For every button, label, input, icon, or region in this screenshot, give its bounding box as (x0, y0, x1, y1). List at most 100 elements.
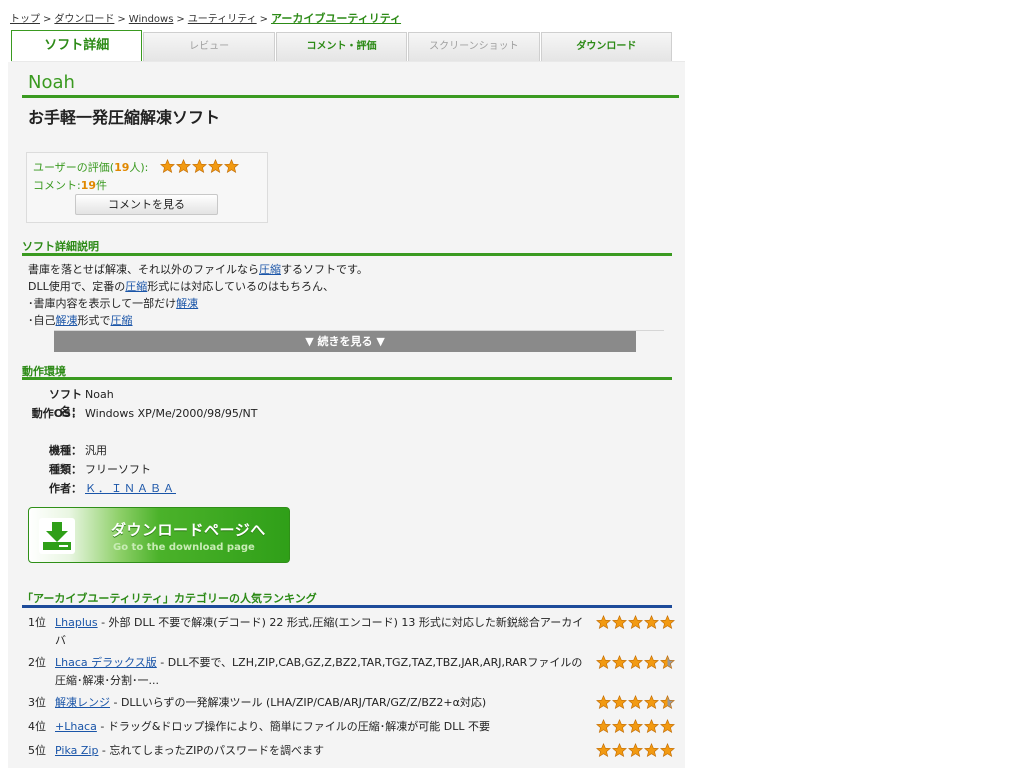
env-label-author: 作者： (49, 482, 82, 495)
star-full-icon (207, 159, 223, 173)
star-full-icon (628, 655, 643, 669)
star-full-icon (223, 159, 239, 173)
keyword-link[interactable]: 圧縮 (111, 314, 133, 327)
software-name: Noah (28, 72, 75, 93)
breadcrumb-utility[interactable]: ユーティリティ (188, 14, 257, 25)
tab-comments[interactable]: コメント・評価 (275, 32, 408, 62)
download-icon (39, 518, 75, 554)
breadcrumb: トップ > ダウンロード > Windows > ユーティリティ > アーカイブユーティリティ (10, 10, 401, 26)
breadcrumb-top[interactable]: トップ (10, 14, 40, 25)
description-text-segment: ･書庫内容を表示して一部だけ (28, 297, 177, 310)
env-value-model: 汎用 (85, 444, 107, 457)
ranking-summary: - 忘れてしまったZIPのパスワードを調べます (98, 744, 325, 757)
user-rating-label: ユーザーの評価( (33, 161, 115, 174)
star-full-icon (644, 719, 659, 733)
star-full-icon (612, 743, 627, 757)
author-link[interactable]: Ｋ．ＩＮＡＢＡ (85, 482, 176, 495)
star-full-icon (660, 743, 675, 757)
star-full-icon (612, 695, 627, 709)
star-full-icon (612, 719, 627, 733)
description-line: 書庫を落とせば解凍、それ以外のファイルなら圧縮するソフトです。 (28, 261, 668, 278)
env-row-type: 種類： フリーソフト (28, 461, 258, 480)
description-text-segment: 書庫を落とせば解凍、それ以外のファイルなら (28, 263, 259, 276)
software-catchcopy: お手軽一発圧縮解凍ソフト (28, 108, 221, 127)
ranking-software-link[interactable]: Pika Zip (55, 744, 98, 757)
env-label-type: 種類： (49, 463, 82, 476)
star-full-icon (596, 695, 611, 709)
comment-count-label: コメント: (33, 179, 81, 192)
star-full-icon (660, 615, 675, 629)
env-value-type: フリーソフト (85, 463, 151, 476)
star-full-icon (644, 615, 659, 629)
breadcrumb-separator: > (176, 14, 185, 25)
ranking-description: Pika Zip - 忘れてしまったZIPのパスワードを調べます (55, 742, 593, 760)
breadcrumb-separator: > (43, 14, 52, 25)
star-full-icon (628, 695, 643, 709)
ranking-description: Lhaca デラックス版 - DLL不要で、LZH,ZIP,CAB,GZ,Z,B… (55, 654, 593, 690)
env-label-model: 機種： (49, 444, 82, 457)
star-full-icon (175, 159, 191, 173)
star-full-icon (596, 719, 611, 733)
description-text-segment: 形式で (77, 314, 111, 327)
ranking-position: 1位 (28, 616, 46, 629)
star-full-icon (628, 719, 643, 733)
description-text-segment: するソフトです。 (281, 263, 368, 276)
keyword-link[interactable]: 解凍 (56, 314, 78, 327)
env-value-os: Windows XP/Me/2000/98/95/NT (85, 407, 258, 420)
env-value-software-name: Noah (85, 388, 114, 401)
ranking-description: 解凍レンジ - DLLいらずの一発解凍ツール (LHA/ZIP/CAB/ARJ/… (55, 694, 593, 712)
ranking-stars (596, 719, 675, 733)
star-half-icon (660, 695, 675, 709)
detail-tabs: ソフト詳細 レビュー コメント・評価 スクリーンショット ダウンロード (11, 30, 673, 62)
ranking-stars (596, 615, 675, 629)
tab-software-detail[interactable]: ソフト詳細 (11, 30, 143, 62)
star-full-icon (596, 743, 611, 757)
breadcrumb-separator: > (117, 14, 126, 25)
view-comments-button[interactable]: コメントを見る (75, 194, 218, 215)
star-full-icon (644, 695, 659, 709)
keyword-link[interactable]: 圧縮 (259, 263, 281, 276)
tab-download[interactable]: ダウンロード (540, 32, 673, 62)
ranking-summary: - 外部 DLL 不要で解凍(デコード) 22 形式,圧縮(エンコード) 13 … (55, 616, 584, 647)
download-banner-title: ダウンロードページへ (111, 521, 266, 539)
env-row-os: 動作OS： Windows XP/Me/2000/98/95/NT (28, 405, 258, 442)
environment-divider (22, 377, 672, 380)
ranking-stars (596, 695, 675, 709)
ranking-software-link[interactable]: Lhaca デラックス版 (55, 656, 157, 669)
ranking-stars (596, 655, 675, 669)
description-text-segment: DLL使用で、定番の (28, 280, 126, 293)
ranking-divider (22, 605, 672, 608)
ranking-software-link[interactable]: 解凍レンジ (55, 696, 110, 709)
comment-count-value: 19 (80, 179, 97, 192)
breadcrumb-windows[interactable]: Windows (129, 14, 174, 25)
ranking-position: 3位 (28, 696, 46, 709)
ranking-position: 5位 (28, 744, 46, 757)
env-row-author: 作者： Ｋ．ＩＮＡＢＡ (28, 480, 258, 499)
breadcrumb-current-category[interactable]: アーカイブユーティリティ (271, 12, 401, 25)
star-full-icon (191, 159, 207, 173)
description-text-segment: 形式には対応しているのはもちろん、 (147, 280, 334, 293)
description-divider (22, 253, 672, 256)
keyword-link[interactable]: 圧縮 (125, 280, 147, 293)
comment-count: コメント:19件 (33, 177, 107, 193)
tab-review: レビュー (143, 32, 275, 62)
rating-stars (159, 159, 239, 173)
user-rating-count: 19 (114, 161, 130, 174)
user-rating-suffix: 人): (129, 161, 149, 174)
star-full-icon (660, 719, 675, 733)
description-text: 書庫を落とせば解凍、それ以外のファイルなら圧縮するソフトです。 DLL使用で、定番… (28, 261, 668, 329)
download-page-banner[interactable]: ダウンロードページへ Go to the download page (28, 507, 290, 563)
env-label-os: 動作OS： (31, 407, 82, 420)
breadcrumb-download[interactable]: ダウンロード (54, 14, 114, 25)
description-heading: ソフト詳細説明 (22, 240, 99, 253)
show-more-button[interactable]: ▼ 続きを見る ▼ (54, 331, 636, 352)
star-full-icon (644, 655, 659, 669)
keyword-link[interactable]: 解凍 (176, 297, 198, 310)
star-full-icon (628, 743, 643, 757)
title-divider (22, 95, 679, 98)
star-full-icon (596, 615, 611, 629)
ranking-software-link[interactable]: Lhaplus (55, 616, 98, 629)
ranking-software-link[interactable]: +Lhaca (55, 720, 97, 733)
star-full-icon (628, 615, 643, 629)
rating-box: ユーザーの評価(19人): コメント:19件 コメントを見る (26, 152, 268, 223)
